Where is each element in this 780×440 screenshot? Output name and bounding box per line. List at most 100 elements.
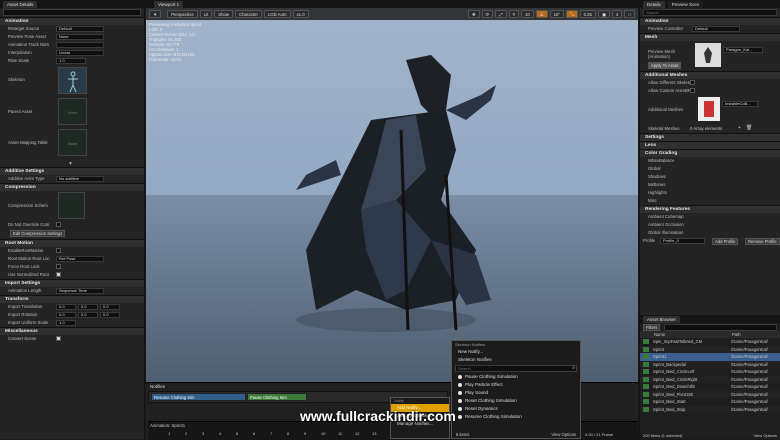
camera-speed-icon[interactable]: ▣ (597, 10, 610, 18)
additional-mesh-thumbnail[interactable] (698, 97, 720, 121)
force-root-checkbox[interactable] (56, 264, 61, 269)
additional-mesh-dropdown[interactable]: InvisibleColli... (722, 101, 758, 107)
lod-button[interactable]: LOD Auto (263, 10, 291, 18)
parent-asset-thumbnail[interactable]: None (58, 98, 87, 125)
section-settings[interactable]: Settings (640, 133, 780, 141)
color-item[interactable]: Global (648, 166, 660, 171)
remove-profile-button[interactable]: Remove Profile (745, 238, 780, 245)
show-button[interactable]: Show (214, 10, 234, 18)
compression-thumbnail[interactable] (58, 192, 85, 219)
add-profile-button[interactable]: Add Profile (712, 238, 739, 245)
anim-length-dropdown[interactable]: Sequence Time (56, 288, 104, 294)
col-path[interactable]: Path (732, 331, 741, 338)
section-mesh[interactable]: Mesh (640, 33, 780, 41)
menu-icon[interactable]: ▼ (149, 10, 162, 18)
additive-type-dropdown[interactable]: No additive (56, 176, 104, 182)
asset-row[interactable]: Sprint_Bwd_CircleRight/Game/ParagonKal/ (640, 375, 780, 383)
section-additive[interactable]: Additive Settings (0, 167, 144, 175)
asset-row[interactable]: Sprint/Game/ParagonKal/ (640, 345, 780, 353)
camera-speed-value[interactable]: 4 (612, 10, 623, 18)
translation-y[interactable]: 0.0 (78, 304, 98, 310)
rotation-x[interactable]: 0.0 (56, 312, 76, 318)
section-misc[interactable]: Miscellaneous (0, 327, 144, 335)
option-label[interactable]: Reset Dynamics (465, 406, 498, 411)
grid-icon[interactable]: # (508, 10, 519, 18)
details-search-input[interactable]: Search (643, 9, 777, 16)
asset-row[interactable]: Sprint1/Game/ParagonKal/ (640, 353, 780, 361)
color-item[interactable]: WhiteBalance (648, 158, 675, 163)
color-item[interactable]: Midtones (648, 182, 665, 187)
color-item[interactable]: Shadows (648, 174, 666, 179)
preview-mesh-dropdown[interactable]: Paragon_Kal... (723, 47, 763, 53)
color-item[interactable]: Highlights (648, 190, 667, 195)
apply-to-asset-button[interactable]: Apply To Asset (648, 62, 682, 69)
maximize-icon[interactable]: □ (624, 10, 635, 18)
anim-track-field[interactable] (56, 42, 104, 48)
scale-icon[interactable]: ⤢ (495, 10, 507, 18)
tab-preview-scene[interactable]: Preview Scen (667, 0, 704, 8)
translation-x[interactable]: 0.0 (56, 304, 76, 310)
view-options-button[interactable]: View Options (551, 432, 576, 437)
delete-icon[interactable]: 🗑 (746, 125, 752, 131)
grid-snap-value[interactable]: 10 (520, 10, 534, 18)
character-button[interactable]: Character (235, 10, 262, 18)
asset-row[interactable]: Spin_ImpFastTolleted_CM/Game/ParagonKal/ (640, 338, 780, 346)
perspective-button[interactable]: Perspective (167, 10, 198, 18)
scale-snap-value[interactable]: 0.25 (579, 10, 596, 18)
section-root-motion[interactable]: Root Motion (0, 239, 144, 247)
preview-pose-dropdown[interactable]: None (56, 34, 104, 40)
asset-row[interactable]: Sprint_Bwd_Downhill2/Game/ParagonKal/ (640, 383, 780, 391)
root-lock-dropdown[interactable]: Ref Pose (56, 256, 104, 262)
section-compression[interactable]: Compression (0, 183, 144, 191)
asset-row[interactable]: Sprint_Bwd_Pivot180/Game/ParagonKal/ (640, 390, 780, 398)
scale-snap-icon[interactable]: ⤡ (566, 10, 578, 18)
rotation-z[interactable]: 0.0 (100, 312, 120, 318)
notify-event[interactable]: Resume Clothing Sim (151, 393, 246, 401)
preview-controller-dropdown[interactable]: Default (692, 26, 740, 32)
lit-button[interactable]: Lit (199, 10, 213, 18)
option-label[interactable]: Pause Clothing Simulation (465, 374, 518, 379)
allow-different-checkbox[interactable] (690, 80, 695, 85)
render-item[interactable]: Global Illumination (648, 230, 683, 235)
option-label[interactable]: Play Particle Effect (465, 382, 503, 387)
rotate-icon[interactable]: ⟳ (481, 10, 494, 18)
menu-search-input[interactable]: Search ⌕ (455, 365, 577, 372)
rotation-y[interactable]: 0.0 (78, 312, 98, 318)
translation-z[interactable]: 0.0 (100, 304, 120, 310)
section-animation[interactable]: Animation (0, 17, 144, 25)
col-name[interactable]: Name (654, 331, 732, 338)
preview-mesh-thumbnail[interactable] (695, 43, 721, 67)
asset-row[interactable]: Sprint_Bwd_Stop/Game/ParagonKal/ (640, 405, 780, 413)
notify-event[interactable]: Pause Clothing Sim (247, 393, 307, 401)
tab-asset-browser[interactable]: Asset Browser (643, 315, 681, 323)
new-notify-item[interactable]: New Notify... (452, 348, 580, 356)
details-search-input[interactable] (3, 9, 141, 16)
enable-root-checkbox[interactable] (56, 248, 61, 253)
tab-viewport[interactable]: Viewport 1 (154, 1, 184, 8)
option-label[interactable]: Reset Clothing Simulation (465, 398, 517, 403)
rotation-snap-value[interactable]: 10° (549, 10, 565, 18)
asset-row[interactable]: Sprint_Backpedal/Game/ParagonKal/ (640, 360, 780, 368)
rotation-snap-icon[interactable]: ∠ (535, 10, 548, 18)
section-animation[interactable]: Animation (640, 17, 780, 25)
section-rendering[interactable]: Rendering Features (640, 205, 780, 213)
interpolation-dropdown[interactable]: Linear (56, 50, 104, 56)
speed-button[interactable]: x1.0 (292, 10, 309, 18)
translate-icon[interactable]: ✥ (467, 10, 480, 18)
viewport[interactable]: Viewport 1 ▼ Perspective Lit Show Charac… (146, 0, 638, 382)
section-color-grading[interactable]: Color Grading (640, 149, 780, 157)
filters-button[interactable]: Filters (643, 323, 661, 331)
expand-arrow-icon[interactable]: ▼ (68, 161, 73, 167)
convert-scene-checkbox[interactable] (56, 336, 61, 341)
skeleton-notifies-item[interactable]: Skeleton Notifies (452, 356, 580, 364)
asset-row[interactable]: Sprint_Bwd_CircleLeft/Game/ParagonKal/ (640, 368, 780, 376)
asset-search-input[interactable] (664, 323, 777, 331)
section-additional-meshes[interactable]: Additional Meshes (640, 71, 780, 79)
profile-dropdown[interactable]: Profile_0 (660, 238, 705, 244)
edit-compression-button[interactable]: Edit Compression Settings (10, 230, 66, 237)
no-override-checkbox[interactable] (56, 222, 61, 227)
color-item[interactable]: Misc (648, 198, 657, 203)
tab-details[interactable]: Details (643, 0, 665, 8)
view-options-button[interactable]: View Options (754, 433, 778, 438)
tab-asset-details[interactable]: Asset Details (3, 0, 38, 8)
